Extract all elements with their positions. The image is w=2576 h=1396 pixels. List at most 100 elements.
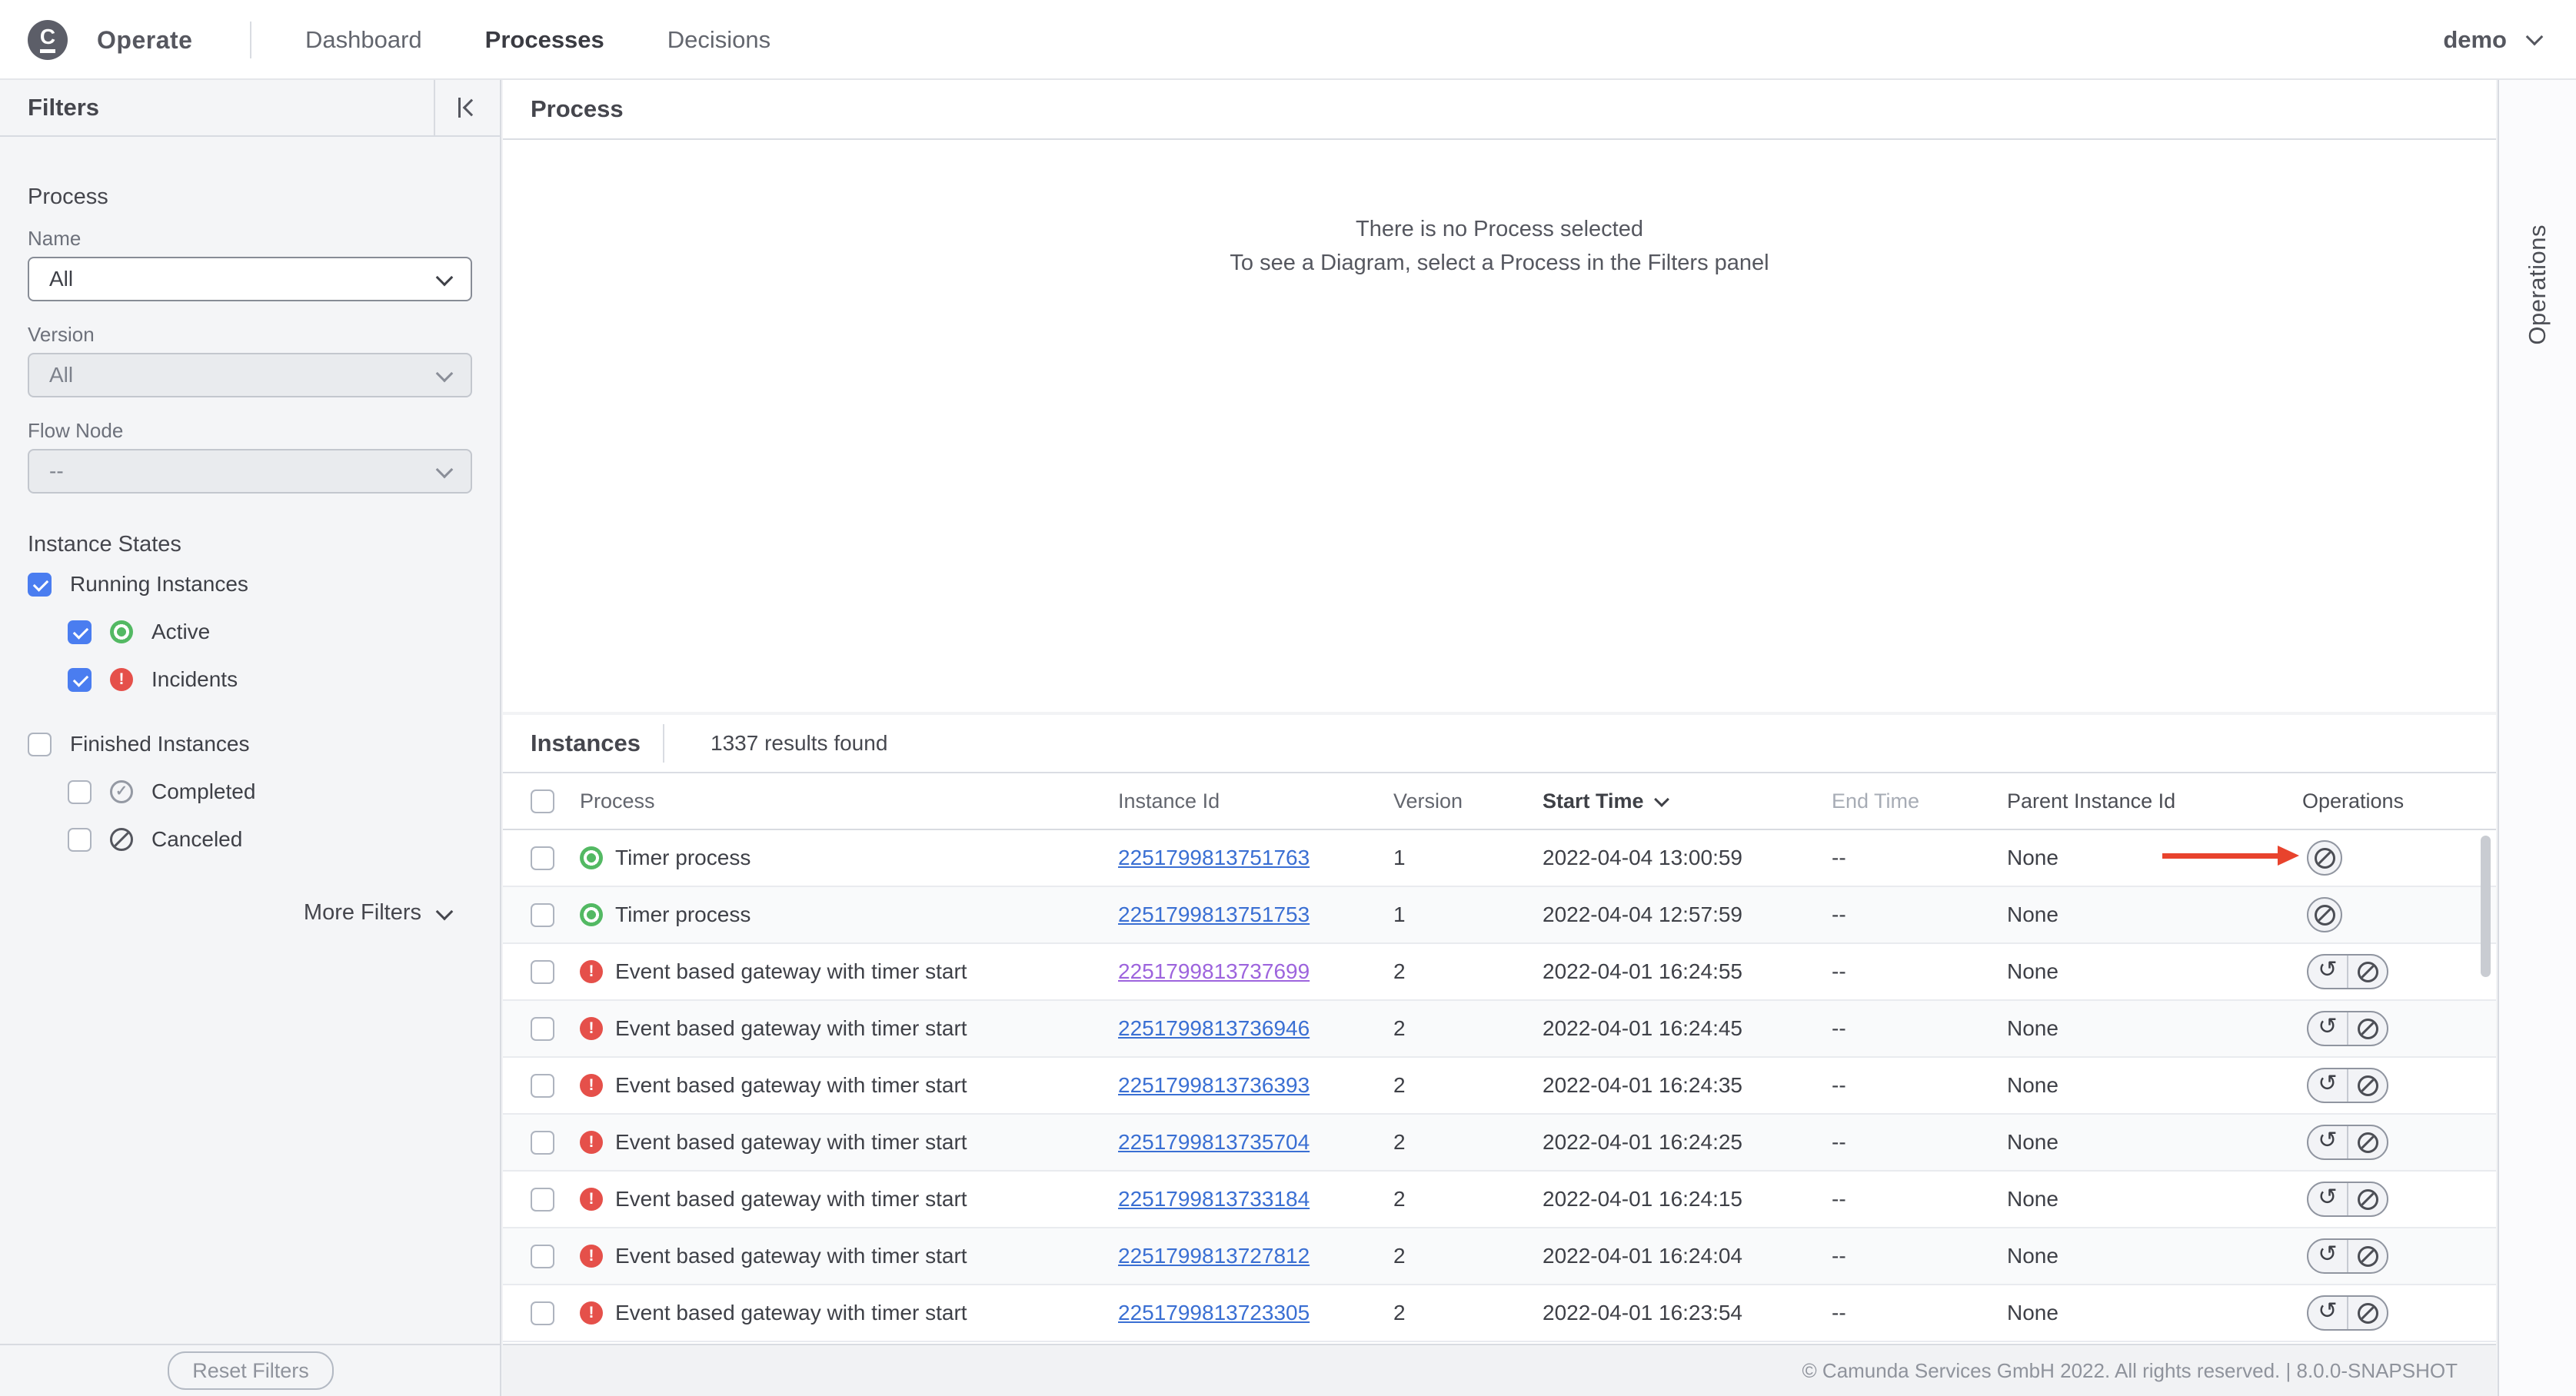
retry-operation-button[interactable]: ↺ <box>2308 1183 2347 1215</box>
finished-instances-checkbox[interactable] <box>28 733 52 756</box>
operations-button-group: ↺ <box>2307 1011 2388 1046</box>
parent-instance-id: None <box>2007 1301 2302 1325</box>
running-instances-checkbox-label: Running Instances <box>70 572 248 597</box>
tab-decisions[interactable]: Decisions <box>667 26 770 54</box>
cancel-operation-button[interactable] <box>2307 840 2342 876</box>
end-time: -- <box>1832 1187 2007 1212</box>
instance-id-link[interactable]: 2251799813723305 <box>1118 1301 1310 1325</box>
row-checkbox[interactable] <box>531 1074 554 1098</box>
more-filters-label: More Filters <box>304 900 421 926</box>
chevron-down-icon <box>436 269 454 287</box>
row-checkbox[interactable] <box>531 1131 554 1155</box>
cancel-operation-icon <box>2358 1189 2378 1210</box>
instance-id-link[interactable]: 2251799813737699 <box>1118 959 1310 983</box>
nav-divider <box>250 22 251 58</box>
instance-id-link[interactable]: 2251799813736393 <box>1118 1073 1310 1097</box>
canceled-checkbox[interactable] <box>68 828 92 852</box>
incidents-checkbox[interactable] <box>68 668 92 692</box>
parent-instance-id: None <box>2007 1073 2302 1098</box>
instance-id-link[interactable]: 2251799813735704 <box>1118 1130 1310 1154</box>
instance-id-link[interactable]: 2251799813733184 <box>1118 1187 1310 1211</box>
operations-panel-collapsed[interactable]: Operations <box>2498 80 2576 1396</box>
instances-scrollbar[interactable] <box>2481 836 2491 977</box>
process-name: Event based gateway with timer start <box>615 1073 1118 1098</box>
cancel-operation-button[interactable] <box>2347 956 2387 988</box>
row-checkbox[interactable] <box>531 1301 554 1325</box>
process-name: Event based gateway with timer start <box>615 959 1118 984</box>
instance-version: 1 <box>1393 846 1543 870</box>
column-header-start-time[interactable]: Start Time <box>1543 789 1832 813</box>
process-name: Timer process <box>615 846 1118 870</box>
cancel-operation-button[interactable] <box>2347 1126 2387 1158</box>
collapse-filters-button[interactable] <box>434 80 500 135</box>
process-diagram-panel: Process There is no Process selected To … <box>503 80 2496 712</box>
process-name: Event based gateway with timer start <box>615 1016 1118 1041</box>
cancel-operation-button[interactable] <box>2347 1240 2387 1272</box>
retry-operation-button[interactable]: ↺ <box>2308 956 2347 988</box>
state-filter-active: Active <box>68 619 472 645</box>
retry-operation-icon: ↺ <box>2318 1129 2337 1152</box>
process-section-label: Process <box>28 184 472 210</box>
instance-id-link[interactable]: 2251799813736946 <box>1118 1016 1310 1040</box>
instance-id-link[interactable]: 2251799813751753 <box>1118 902 1310 926</box>
header-divider <box>663 724 664 763</box>
operations-cell: ↺ <box>2302 1011 2496 1046</box>
select-all-checkbox[interactable] <box>531 789 554 813</box>
instance-version: 2 <box>1393 1244 1543 1268</box>
operations-cell: ↺ <box>2302 1125 2496 1160</box>
cancel-operation-button[interactable] <box>2347 1183 2387 1215</box>
instance-id-link[interactable]: 2251799813751763 <box>1118 846 1310 869</box>
retry-operation-button[interactable]: ↺ <box>2308 1126 2347 1158</box>
state-incident-icon <box>110 668 133 691</box>
start-time: 2022-04-01 16:24:04 <box>1543 1244 1832 1268</box>
process-name: Event based gateway with timer start <box>615 1187 1118 1212</box>
running-instances-checkbox[interactable] <box>28 573 52 597</box>
start-time: 2022-04-01 16:24:25 <box>1543 1130 1832 1155</box>
tab-processes[interactable]: Processes <box>485 26 604 54</box>
column-header-version: Version <box>1393 789 1543 813</box>
completed-checkbox-label: Completed <box>151 779 255 804</box>
row-checkbox[interactable] <box>531 1188 554 1212</box>
parent-instance-id: None <box>2007 846 2302 870</box>
cancel-operation-button[interactable] <box>2347 1069 2387 1102</box>
process-panel-header: Process <box>503 80 2496 140</box>
retry-operation-button[interactable]: ↺ <box>2308 1240 2347 1272</box>
parent-instance-id: None <box>2007 959 2302 984</box>
more-filters-button[interactable]: More Filters <box>28 900 472 926</box>
operations-button-group: ↺ <box>2307 1182 2388 1217</box>
instance-version: 1 <box>1393 902 1543 927</box>
instance-row: Event based gateway with timer start2251… <box>503 1115 2496 1172</box>
user-menu[interactable]: demo <box>2443 0 2541 80</box>
filter-fields: NameAllVersionAllFlow Node-- <box>28 227 472 494</box>
flow-node-select-value: -- <box>49 459 64 484</box>
row-checkbox[interactable] <box>531 1245 554 1268</box>
process-name: Event based gateway with timer start <box>615 1301 1118 1325</box>
retry-operation-icon: ↺ <box>2318 1186 2337 1209</box>
instance-id-link[interactable]: 2251799813727812 <box>1118 1244 1310 1268</box>
active-checkbox[interactable] <box>68 620 92 644</box>
row-checkbox[interactable] <box>531 1017 554 1041</box>
operations-button-group: ↺ <box>2307 1295 2388 1331</box>
end-time: -- <box>1832 959 2007 984</box>
completed-checkbox[interactable] <box>68 780 92 804</box>
operations-cell: ↺ <box>2302 1182 2496 1217</box>
tab-dashboard[interactable]: Dashboard <box>305 26 422 54</box>
process-name: Event based gateway with timer start <box>615 1130 1118 1155</box>
retry-operation-button[interactable]: ↺ <box>2308 1012 2347 1045</box>
chevron-down-icon <box>2526 28 2544 46</box>
name-select[interactable]: All <box>28 257 472 301</box>
instance-version: 2 <box>1393 959 1543 984</box>
row-checkbox[interactable] <box>531 903 554 927</box>
row-checkbox[interactable] <box>531 846 554 870</box>
instance-row: Event based gateway with timer start2251… <box>503 1228 2496 1285</box>
instance-state-checkboxes: Running InstancesActiveIncidentsFinished… <box>28 571 472 853</box>
retry-operation-button[interactable]: ↺ <box>2308 1297 2347 1329</box>
instance-states-section-label: Instance States <box>28 532 472 557</box>
cancel-operation-button[interactable] <box>2347 1012 2387 1045</box>
row-checkbox[interactable] <box>531 960 554 984</box>
cancel-operation-button[interactable] <box>2347 1297 2387 1329</box>
reset-filters-button[interactable]: Reset Filters <box>168 1351 334 1390</box>
state-filter-completed: Completed <box>68 779 472 805</box>
retry-operation-button[interactable]: ↺ <box>2308 1069 2347 1102</box>
cancel-operation-button[interactable] <box>2307 897 2342 932</box>
